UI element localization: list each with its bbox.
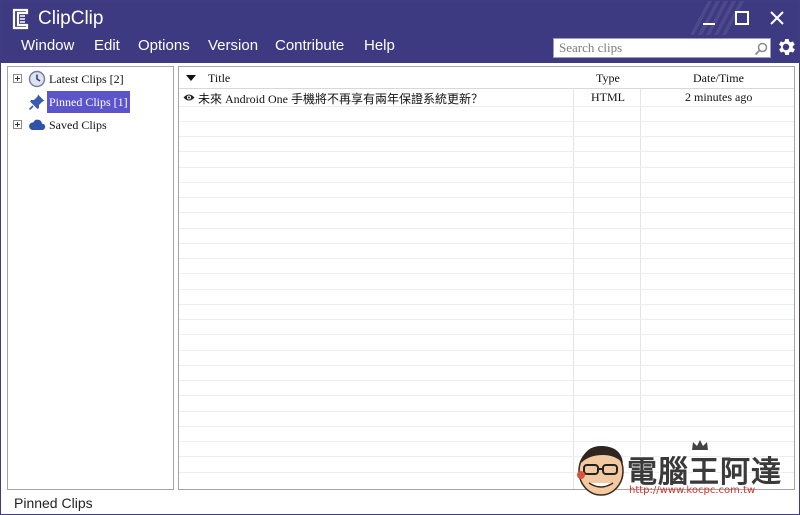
row-separator: [179, 136, 794, 137]
search-icon[interactable]: [753, 41, 769, 57]
eye-icon: [183, 94, 195, 101]
clip-tree: Latest Clips [2] Pinned Clips [1] Saved …: [7, 66, 174, 490]
gear-icon[interactable]: [775, 36, 797, 58]
row-separator: [179, 151, 794, 152]
watermark: 電腦王阿達 http://www.kocpc.com.tw: [575, 440, 785, 503]
clock-icon: [28, 70, 46, 88]
row-separator: [179, 182, 794, 183]
minimize-button[interactable]: [694, 5, 724, 31]
row-title: 未來 Android One 手機將不再享有兩年保證系統更新？: [198, 92, 483, 106]
row-separator: [179, 258, 794, 259]
menu-options[interactable]: Options: [138, 37, 190, 54]
app-window: ClipClip Window Edit Options Version Con…: [0, 0, 800, 515]
tree-item-label: Pinned Clips [1]: [47, 91, 130, 113]
close-icon: [770, 11, 784, 25]
column-header-datetime[interactable]: Date/Time: [693, 71, 744, 86]
status-bar-text: Pinned Clips: [14, 495, 93, 511]
row-separator: [179, 334, 794, 335]
app-title: ClipClip: [38, 8, 104, 29]
row-separator: [179, 304, 794, 305]
row-separator: [179, 411, 794, 412]
row-separator: [179, 380, 794, 381]
clipclip-logo-icon: [12, 8, 29, 30]
row-separator: [179, 212, 794, 213]
row-separator: [179, 319, 794, 320]
header: ClipClip Window Edit Options Version Con…: [1, 1, 799, 63]
menu-window[interactable]: Window: [21, 37, 74, 54]
row-separator: [179, 121, 794, 122]
menu-contribute[interactable]: Contribute: [275, 37, 344, 54]
tree-item-saved-clips[interactable]: Saved Clips: [8, 114, 168, 136]
column-header-title[interactable]: Title: [208, 71, 230, 86]
cloud-icon: [29, 119, 46, 130]
row-separator: [179, 273, 794, 274]
watermark-url: http://www.kocpc.com.tw: [629, 485, 756, 496]
search-box: [553, 38, 771, 58]
search-input[interactable]: [554, 39, 750, 57]
row-separator: [179, 197, 794, 198]
tree-item-latest-clips[interactable]: Latest Clips [2]: [8, 68, 168, 90]
maximize-icon: [735, 11, 749, 25]
row-separator: [179, 365, 794, 366]
menu-edit[interactable]: Edit: [94, 37, 120, 54]
row-datetime: 2 minutes ago: [685, 90, 753, 104]
title-bar[interactable]: ClipClip: [1, 1, 799, 35]
row-separator: [179, 289, 794, 290]
expand-icon[interactable]: [13, 74, 22, 83]
maximize-button[interactable]: [727, 5, 757, 31]
list-header: Title Type Date/Time: [179, 67, 794, 89]
row-separator: [179, 228, 794, 229]
mascot-face-icon: [577, 445, 624, 496]
expand-icon[interactable]: [13, 120, 22, 129]
row-type: HTML: [591, 90, 625, 104]
pin-icon: [28, 94, 45, 111]
close-button[interactable]: [762, 5, 792, 31]
tree-item-label: Saved Clips: [49, 118, 107, 132]
row-separator: [179, 243, 794, 244]
tree-item-label: Latest Clips [2]: [49, 72, 124, 86]
sort-descending-icon[interactable]: [186, 75, 196, 81]
row-separator: [179, 167, 794, 168]
row-separator: [179, 395, 794, 396]
menu-help[interactable]: Help: [364, 37, 395, 54]
clip-list: Title Type Date/Time 未來 Android One 手機將不…: [178, 66, 795, 490]
column-header-type[interactable]: Type: [596, 71, 620, 86]
menu-version[interactable]: Version: [208, 37, 258, 54]
row-separator: [179, 426, 794, 427]
tree-item-pinned-clips[interactable]: Pinned Clips [1]: [8, 91, 168, 113]
minimize-icon: [703, 23, 715, 25]
row-separator: [179, 350, 794, 351]
table-row[interactable]: 未來 Android One 手機將不再享有兩年保證系統更新？ HTML 2 m…: [179, 89, 794, 106]
